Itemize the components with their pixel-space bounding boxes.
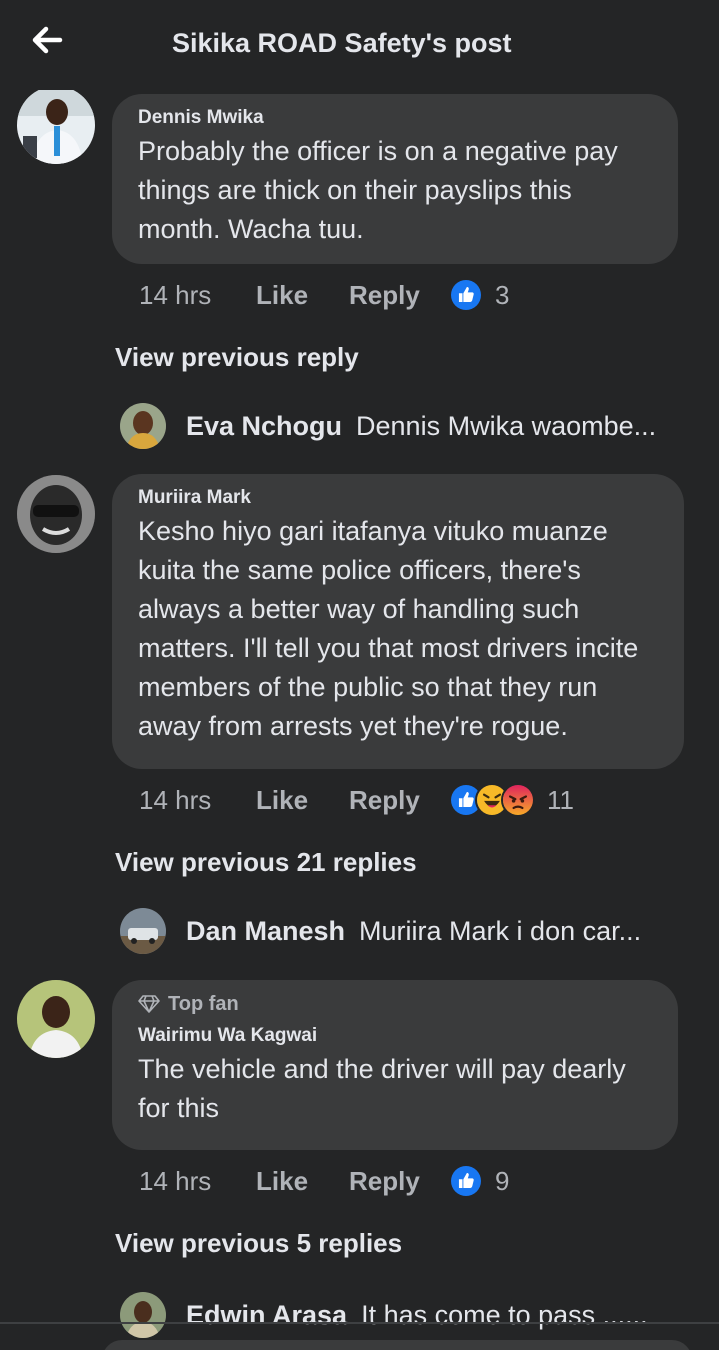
comment-text: Kesho hiyo gari itafanya vituko muanze k…: [138, 516, 639, 741]
comment-bubble[interactable]: Muriira Mark Kesho hiyo gari itafanya vi…: [112, 474, 684, 769]
comment-time: 14 hrs: [139, 279, 212, 310]
reactions-summary[interactable]: [449, 278, 483, 312]
latest-reply[interactable]: Eva Nchogu Dennis Mwika waombe...: [120, 401, 700, 451]
reply-text: Muriira Mark i don car...: [359, 915, 642, 946]
view-previous-replies-link[interactable]: View previous 21 replies: [115, 847, 417, 878]
reply-author[interactable]: Dan Manesh: [186, 916, 345, 947]
reply-text: It has come to pass ......: [361, 1299, 648, 1330]
reply-text: Dennis Mwika waombe...: [356, 410, 657, 441]
reply-author[interactable]: Eva Nchogu: [186, 411, 342, 442]
top-fan-badge: Top fan: [138, 992, 652, 1016]
back-button[interactable]: [26, 22, 70, 58]
avatar-eva-nchogu[interactable]: [120, 403, 166, 449]
like-button[interactable]: Like: [256, 1166, 349, 1197]
reply-author[interactable]: Edwin Arasa: [186, 1300, 347, 1331]
composer-divider: [0, 1322, 719, 1324]
avatar-muriira-mark[interactable]: [17, 475, 95, 553]
post-comments-screen: Dennis Mwika Probably the officer is on …: [0, 0, 719, 1350]
like-reaction-icon: [449, 1164, 483, 1198]
latest-reply[interactable]: Dan Manesh Muriira Mark i don car...: [120, 906, 700, 956]
reply-button[interactable]: Reply: [349, 280, 449, 311]
like-button[interactable]: Like: [256, 785, 349, 816]
latest-reply[interactable]: Edwin Arasa It has come to pass ......: [120, 1290, 700, 1340]
avatar-edwin-arasa[interactable]: [120, 1292, 166, 1338]
top-bar: Sikika ROAD Safety's post: [0, 0, 719, 90]
avatar-dan-manesh[interactable]: [120, 908, 166, 954]
comment-text: Probably the officer is on a negative pa…: [138, 136, 618, 244]
comment-text: The vehicle and the driver will pay dear…: [138, 1054, 626, 1123]
comment-actions: 14 hrs Like Reply 3: [139, 275, 509, 315]
reactions-summary[interactable]: [449, 783, 535, 817]
comment-time: 14 hrs: [139, 1165, 212, 1196]
write-comment-field[interactable]: [102, 1340, 692, 1350]
comment-author[interactable]: Dennis Mwika: [138, 106, 652, 130]
view-previous-replies-link[interactable]: View previous reply: [115, 342, 359, 373]
comments-list: Dennis Mwika Probably the officer is on …: [0, 0, 719, 1350]
top-fan-label: Top fan: [168, 993, 239, 1015]
reaction-count: 3: [495, 279, 510, 310]
reaction-count: 9: [495, 1165, 510, 1196]
reaction-count: 11: [547, 784, 574, 815]
reply-button[interactable]: Reply: [349, 1166, 449, 1197]
avatar-wairimu-wa-kagwai[interactable]: [17, 980, 95, 1058]
view-previous-replies-link[interactable]: View previous 5 replies: [115, 1228, 402, 1259]
like-reaction-icon: [449, 278, 483, 312]
comment-bubble[interactable]: Top fan Wairimu Wa Kagwai The vehicle an…: [112, 980, 678, 1150]
comment-author[interactable]: Wairimu Wa Kagwai: [138, 1024, 652, 1048]
reply-button[interactable]: Reply: [349, 785, 449, 816]
comment-actions: 14 hrs Like Reply 11: [139, 780, 574, 820]
comment-author[interactable]: Muriira Mark: [138, 486, 658, 510]
diamond-icon: [138, 995, 160, 1013]
comment-time: 14 hrs: [139, 784, 212, 815]
comment-bubble[interactable]: Dennis Mwika Probably the officer is on …: [112, 94, 678, 264]
reactions-summary[interactable]: [449, 1164, 483, 1198]
arrow-left-icon: [32, 26, 63, 54]
comment-actions: 14 hrs Like Reply 9: [139, 1161, 509, 1201]
like-button[interactable]: Like: [256, 280, 349, 311]
page-title: Sikika ROAD Safety's post: [172, 28, 512, 58]
angry-reaction-icon: [501, 783, 535, 817]
avatar-dennis-mwika[interactable]: [17, 86, 95, 164]
